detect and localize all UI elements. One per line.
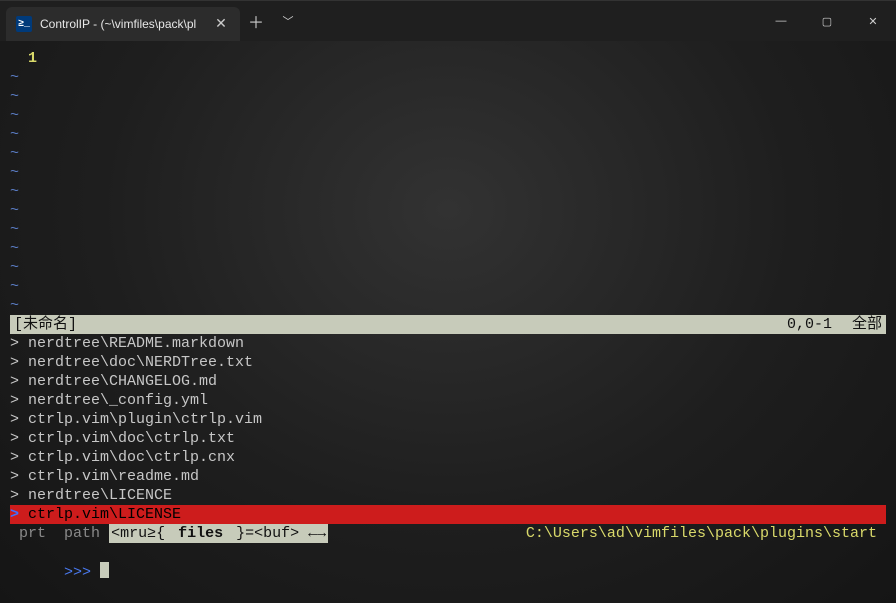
empty-line: ~ — [10, 163, 886, 182]
window: ≥_ ControlIP - (~\vimfiles\pack\pl ✕ ＋ ﹀… — [0, 0, 896, 569]
ctrlp-prompt[interactable]: >>> — [10, 543, 886, 601]
empty-line: ~ — [10, 144, 886, 163]
result-item[interactable]: > nerdtree\LICENCE — [10, 486, 886, 505]
result-path: nerdtree\LICENCE — [28, 487, 172, 504]
result-item[interactable]: > nerdtree\doc\NERDTree.txt — [10, 353, 886, 372]
empty-line: ~ — [10, 87, 886, 106]
result-item-selected[interactable]: > ctrlp.vim\LICENSE — [10, 505, 886, 524]
result-item[interactable]: > ctrlp.vim\plugin\ctrlp.vim — [10, 410, 886, 429]
line-number: 1 — [10, 49, 886, 68]
close-button[interactable]: ✕ — [850, 1, 896, 41]
scroll-percent: 全部 — [832, 315, 882, 334]
cursor — [100, 562, 109, 578]
titlebar: ≥_ ControlIP - (~\vimfiles\pack\pl ✕ ＋ ﹀… — [0, 1, 896, 41]
cwd-path: C:\Users\ad\vimfiles\pack\plugins\start — [526, 524, 877, 543]
empty-line: ~ — [10, 220, 886, 239]
mode-prt: prt — [19, 524, 46, 543]
result-marker-icon: > — [10, 354, 28, 371]
close-tab-icon[interactable]: ✕ — [212, 15, 230, 33]
result-item[interactable]: > nerdtree\_config.yml — [10, 391, 886, 410]
result-path: ctrlp.vim\doc\ctrlp.txt — [28, 430, 235, 447]
empty-line: ~ — [10, 277, 886, 296]
result-path: nerdtree\README.markdown — [28, 335, 244, 352]
empty-line: ~ — [10, 106, 886, 125]
empty-lines: ~~~~~~~~~~~~~ — [10, 68, 886, 315]
tab-dropdown-icon[interactable]: ﹀ — [272, 1, 304, 41]
empty-line: ~ — [10, 258, 886, 277]
result-marker-icon: > — [10, 506, 28, 523]
result-marker-icon: > — [10, 449, 28, 466]
result-item[interactable]: > nerdtree\README.markdown — [10, 334, 886, 353]
result-marker-icon: > — [10, 430, 28, 447]
new-tab-button[interactable]: ＋ — [240, 1, 272, 41]
mode-current: files — [167, 524, 234, 543]
result-path: ctrlp.vim\LICENSE — [28, 506, 181, 523]
mode-bracket-post: }=<buf> ←→ — [234, 524, 328, 543]
empty-line: ~ — [10, 296, 886, 315]
result-item[interactable]: > ctrlp.vim\doc\ctrlp.cnx — [10, 448, 886, 467]
result-marker-icon: > — [10, 468, 28, 485]
empty-line: ~ — [10, 182, 886, 201]
result-path: nerdtree\CHANGELOG.md — [28, 373, 217, 390]
result-path: ctrlp.vim\readme.md — [28, 468, 199, 485]
empty-line: ~ — [10, 201, 886, 220]
buffer-name: [未命名] — [14, 315, 712, 334]
result-marker-icon: > — [10, 392, 28, 409]
mode-path: path — [64, 524, 100, 543]
tab-title: ControlIP - (~\vimfiles\pack\pl — [40, 17, 204, 31]
result-path: ctrlp.vim\plugin\ctrlp.vim — [28, 411, 262, 428]
result-marker-icon: > — [10, 373, 28, 390]
result-path: nerdtree\doc\NERDTree.txt — [28, 354, 253, 371]
empty-line: ~ — [10, 68, 886, 87]
tab[interactable]: ≥_ ControlIP - (~\vimfiles\pack\pl ✕ — [6, 7, 240, 41]
window-controls: — ▢ ✕ — [758, 1, 896, 41]
empty-line: ~ — [10, 125, 886, 144]
cursor-position: 0,0-1 — [712, 315, 832, 334]
vim-statusline: [未命名] 0,0-1 全部 — [10, 315, 886, 334]
result-item[interactable]: > nerdtree\CHANGELOG.md — [10, 372, 886, 391]
ctrlp-results: > nerdtree\README.markdown> nerdtree\doc… — [10, 334, 886, 524]
result-marker-icon: > — [10, 411, 28, 428]
ctrlp-modebar: prt path <mru≥{ files }=<buf> ←→ C:\User… — [10, 524, 886, 543]
terminal[interactable]: 1 ~~~~~~~~~~~~~ [未命名] 0,0-1 全部 > nerdtre… — [0, 41, 896, 603]
result-marker-icon: > — [10, 487, 28, 504]
result-path: ctrlp.vim\doc\ctrlp.cnx — [28, 449, 235, 466]
powershell-icon: ≥_ — [16, 16, 32, 32]
empty-line: ~ — [10, 239, 886, 258]
minimize-button[interactable]: — — [758, 1, 804, 41]
maximize-button[interactable]: ▢ — [804, 1, 850, 41]
result-item[interactable]: > ctrlp.vim\readme.md — [10, 467, 886, 486]
result-marker-icon: > — [10, 335, 28, 352]
result-item[interactable]: > ctrlp.vim\doc\ctrlp.txt — [10, 429, 886, 448]
result-path: nerdtree\_config.yml — [28, 392, 208, 409]
mode-bracket-pre: <mru≥{ — [109, 524, 167, 543]
